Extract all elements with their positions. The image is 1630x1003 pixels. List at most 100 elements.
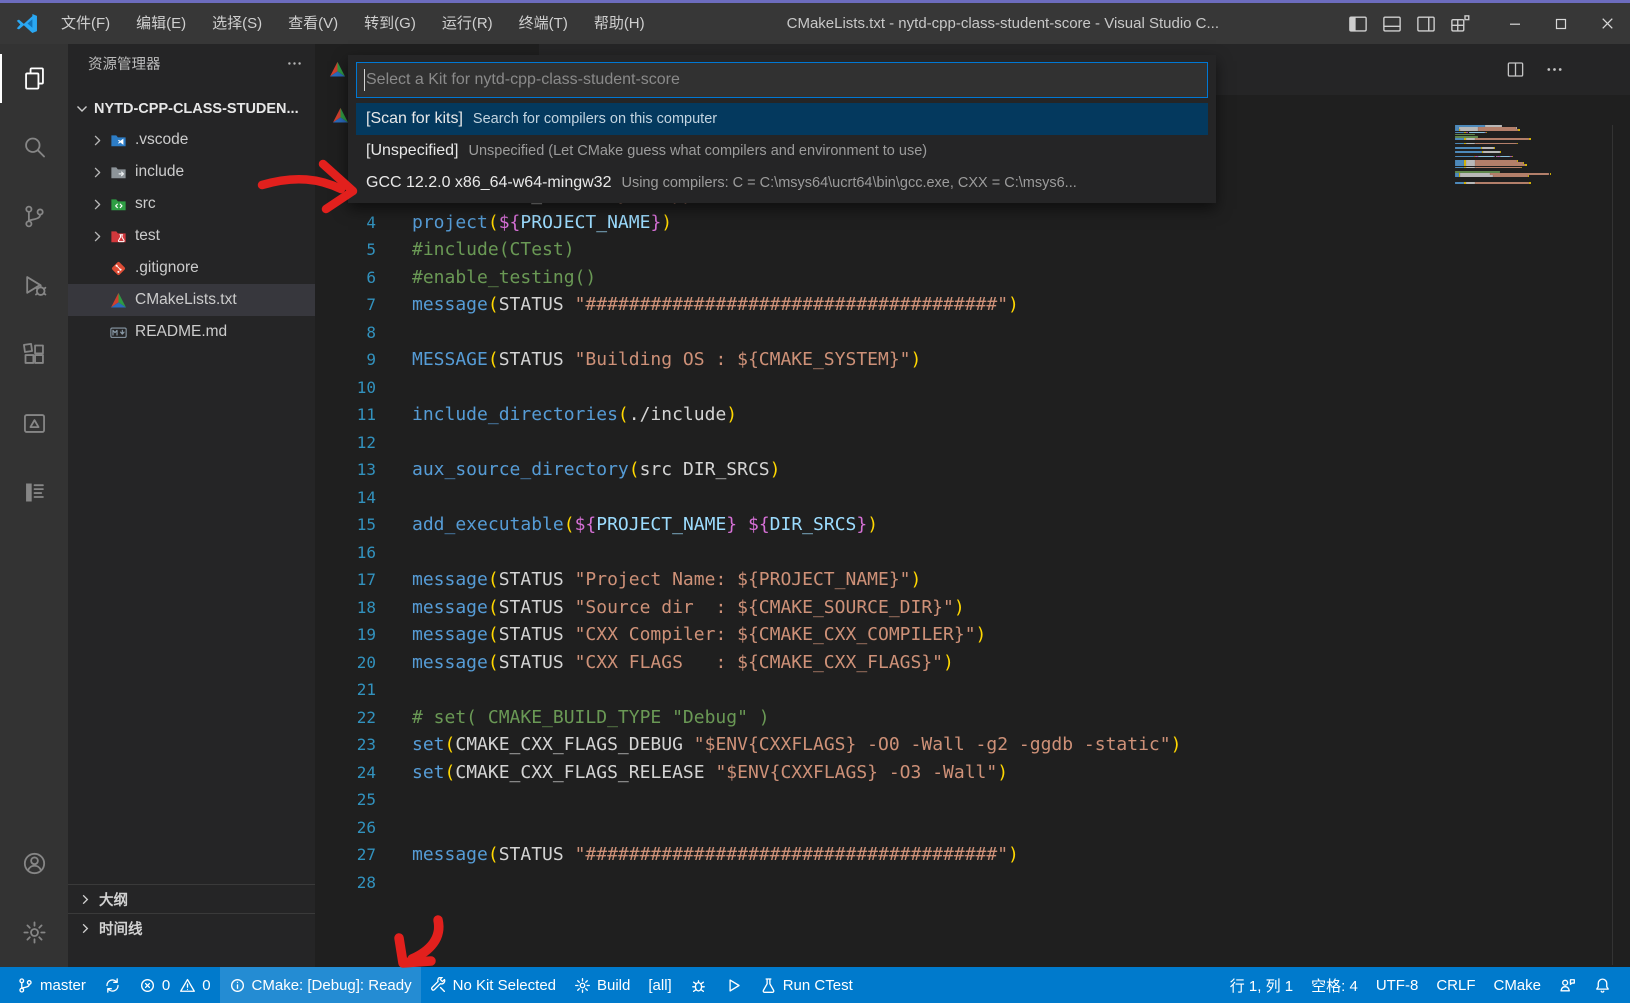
build-target-item[interactable]: [all] bbox=[639, 967, 680, 1003]
menu-v[interactable]: 查看(V) bbox=[275, 3, 351, 44]
minimap[interactable] bbox=[1455, 125, 1585, 186]
kit-option-2[interactable]: GCC 12.2.0 x86_64-w64-mingw32Using compi… bbox=[356, 167, 1208, 199]
search-icon[interactable] bbox=[0, 113, 68, 182]
line-number: 5 bbox=[315, 236, 376, 264]
kit-option-0[interactable]: [Scan for kits]Search for compilers on t… bbox=[356, 103, 1208, 135]
customize-layout-icon[interactable] bbox=[1450, 14, 1470, 34]
toggle-secondary-sidebar-icon[interactable] bbox=[1416, 14, 1436, 34]
outline-book-icon[interactable] bbox=[0, 458, 68, 527]
chevron-right-icon bbox=[90, 197, 108, 212]
maximize-button[interactable] bbox=[1538, 3, 1584, 44]
menu-s[interactable]: 选择(S) bbox=[199, 3, 275, 44]
window-title: CMakeLists.txt - nytd-cpp-class-student-… bbox=[658, 15, 1348, 32]
menu-r[interactable]: 运行(R) bbox=[429, 3, 506, 44]
code-text: message(STATUS "########################… bbox=[412, 291, 1019, 319]
breadcrumb-file-icon bbox=[332, 107, 349, 124]
error-count: 0 bbox=[162, 977, 170, 994]
kit-option-label: GCC 12.2.0 x86_64-w64-mingw32 bbox=[366, 174, 611, 192]
timeline-section-label: 时间线 bbox=[99, 918, 143, 939]
code-text: #enable_testing() bbox=[412, 264, 596, 292]
close-button[interactable] bbox=[1584, 3, 1630, 44]
tree-item-label: README.md bbox=[135, 323, 227, 341]
language-mode-item[interactable]: CMake bbox=[1484, 967, 1550, 1003]
warning-icon bbox=[179, 977, 196, 994]
minimize-button[interactable] bbox=[1492, 3, 1538, 44]
warning-count: 0 bbox=[202, 977, 210, 994]
code-text: # set( CMAKE_BUILD_TYPE "Debug" ) bbox=[412, 704, 770, 732]
menu-g[interactable]: 转到(G) bbox=[351, 3, 429, 44]
sync-item[interactable] bbox=[95, 967, 130, 1003]
line-number: 19 bbox=[315, 621, 376, 649]
source-control-icon[interactable] bbox=[0, 182, 68, 251]
beaker-icon bbox=[760, 977, 777, 994]
encoding-item[interactable]: UTF-8 bbox=[1367, 967, 1428, 1003]
line-number: 4 bbox=[315, 209, 376, 237]
kit-item[interactable]: No Kit Selected bbox=[421, 967, 565, 1003]
debug-item[interactable] bbox=[681, 967, 716, 1003]
cmake-status-item[interactable]: CMake: [Debug]: Ready bbox=[220, 967, 421, 1003]
error-icon bbox=[139, 977, 156, 994]
menu-h[interactable]: 帮助(H) bbox=[581, 3, 658, 44]
status-bar-right: 行 1, 列 1空格: 4UTF-8CRLF CMake bbox=[1221, 967, 1630, 1003]
tree-item--gitignore[interactable]: .gitignore bbox=[68, 252, 315, 284]
kit-option-1[interactable]: [Unspecified]Unspecified (Let CMake gues… bbox=[356, 135, 1208, 167]
line-number: 22 bbox=[315, 704, 376, 732]
tree-item-src[interactable]: src bbox=[68, 188, 315, 220]
code-line-21: 21 bbox=[315, 676, 1455, 704]
cursor-position-item[interactable]: 行 1, 列 1 bbox=[1221, 967, 1302, 1003]
timeline-section-header[interactable]: 时间线 bbox=[68, 913, 315, 942]
menu-f[interactable]: 文件(F) bbox=[48, 3, 123, 44]
eol-item[interactable]: CRLF bbox=[1427, 967, 1484, 1003]
account-icon[interactable] bbox=[0, 829, 68, 898]
problems-item[interactable]: 00 bbox=[130, 967, 220, 1003]
code-line-6: 6 #enable_testing() bbox=[315, 264, 1455, 292]
sidebar-title: 资源管理器 bbox=[88, 53, 161, 74]
explorer-root-folder[interactable]: NYTD-CPP-CLASS-STUDEN... bbox=[68, 94, 315, 124]
extensions-icon[interactable] bbox=[0, 320, 68, 389]
line-number: 24 bbox=[315, 759, 376, 787]
markdown-file-icon bbox=[110, 324, 127, 341]
outline-section-header[interactable]: 大纲 bbox=[68, 884, 315, 913]
run-debug-icon[interactable] bbox=[0, 251, 68, 320]
tree-item-test[interactable]: test bbox=[68, 220, 315, 252]
editor-more-actions-icon[interactable] bbox=[1545, 60, 1564, 79]
build-item[interactable]: Build bbox=[565, 967, 639, 1003]
tree-item--vscode[interactable]: .vscode bbox=[68, 124, 315, 156]
toggle-sidebar-icon[interactable] bbox=[1348, 14, 1368, 34]
menu-e[interactable]: 编辑(E) bbox=[123, 3, 199, 44]
menu-t[interactable]: 终端(T) bbox=[506, 3, 581, 44]
launch-item[interactable] bbox=[716, 967, 751, 1003]
settings-gear-icon[interactable] bbox=[0, 898, 68, 967]
views-more-actions-icon[interactable] bbox=[286, 55, 303, 72]
ctest-item[interactable]: Run CTest bbox=[751, 967, 862, 1003]
status-label: CMake bbox=[1493, 977, 1541, 994]
line-number: 6 bbox=[315, 264, 376, 292]
chevron-right-icon bbox=[90, 133, 108, 148]
tree-item-cmakelists-txt[interactable]: CMakeLists.txt bbox=[68, 284, 315, 316]
explorer-icon[interactable] bbox=[0, 44, 68, 113]
branch-item[interactable]: master bbox=[8, 967, 95, 1003]
layout-controls bbox=[1348, 14, 1470, 34]
status-label: [all] bbox=[648, 977, 671, 994]
editor-scrollbar[interactable] bbox=[1612, 125, 1613, 965]
tree-item-include[interactable]: include bbox=[68, 156, 315, 188]
cmake-file-icon bbox=[110, 292, 127, 309]
code-line-18: 18message(STATUS "Source dir : ${CMAKE_S… bbox=[315, 594, 1455, 622]
git-branch-icon bbox=[17, 977, 34, 994]
code-line-8: 8 bbox=[315, 319, 1455, 347]
tree-item-readme-md[interactable]: README.md bbox=[68, 316, 315, 348]
tree-item-label: src bbox=[135, 195, 156, 213]
chevron-right-icon bbox=[90, 165, 108, 180]
editor-actions bbox=[1506, 44, 1564, 95]
include-file-icon bbox=[110, 164, 127, 181]
toggle-panel-icon[interactable] bbox=[1382, 14, 1402, 34]
quick-pick-input[interactable]: Select a Kit for nytd-cpp-class-student-… bbox=[356, 62, 1208, 98]
status-label: No Kit Selected bbox=[453, 977, 556, 994]
tools-icon bbox=[430, 977, 447, 994]
notifications-item[interactable] bbox=[1585, 967, 1620, 1003]
split-editor-icon[interactable] bbox=[1506, 60, 1525, 79]
status-bar-left: master00CMake: [Debug]: ReadyNo Kit Sele… bbox=[0, 967, 1221, 1003]
cmake-panel-icon[interactable] bbox=[0, 389, 68, 458]
feedback-item[interactable] bbox=[1550, 967, 1585, 1003]
indentation-item[interactable]: 空格: 4 bbox=[1302, 967, 1367, 1003]
